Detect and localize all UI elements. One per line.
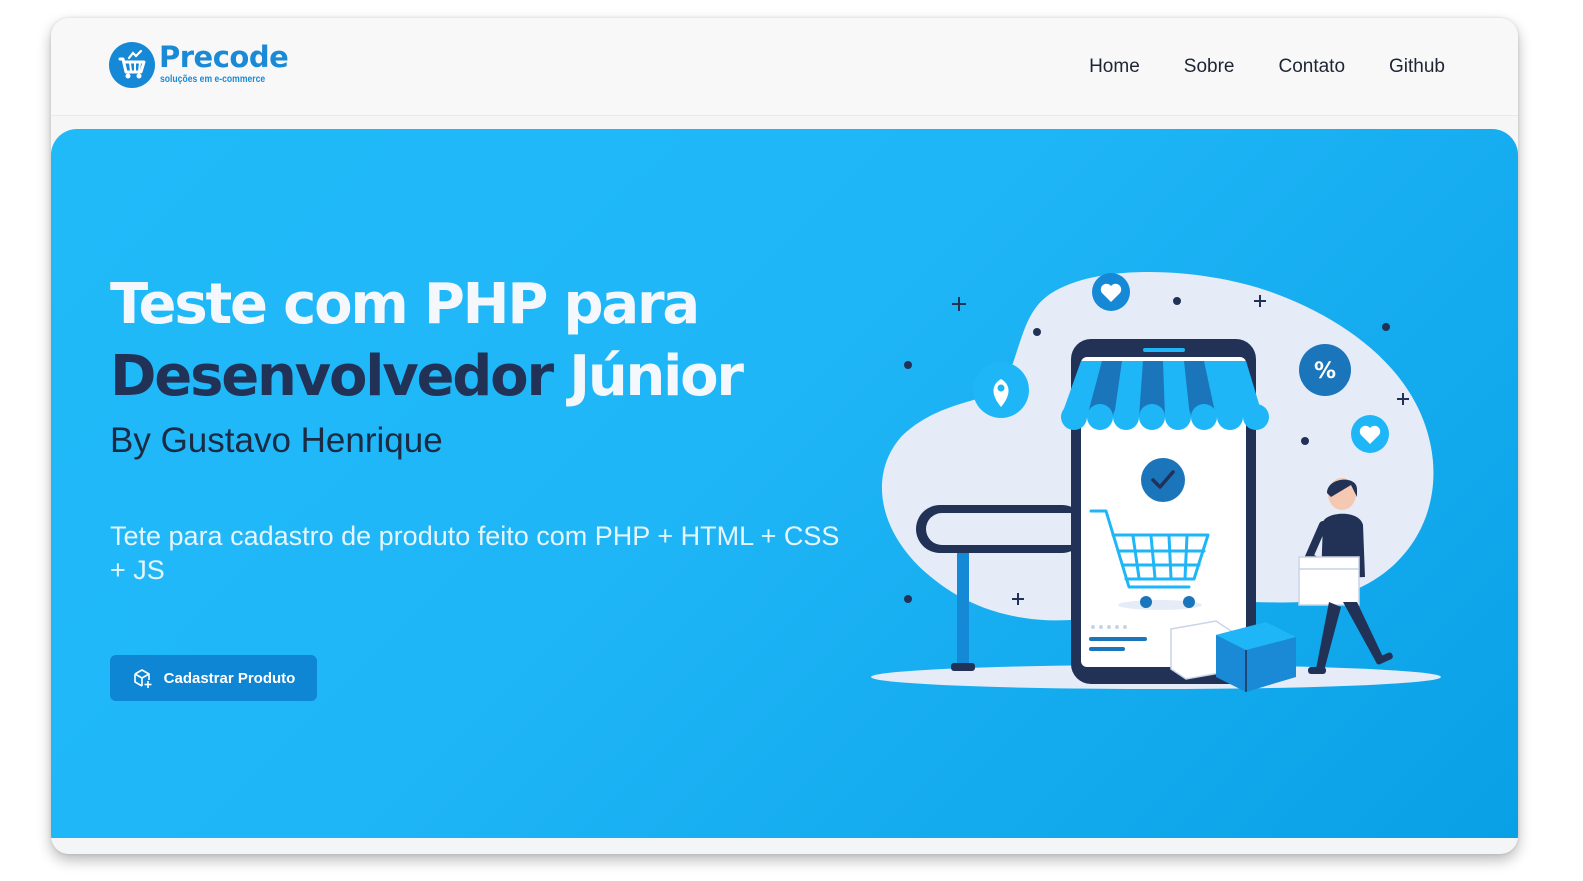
- hero-byline: By Gustavo Henrique: [110, 421, 443, 460]
- hero-section: Teste com PHP para Desenvolvedor Júnior …: [51, 129, 1518, 838]
- footer-strip: [51, 838, 1518, 854]
- svg-text:%: %: [1314, 359, 1336, 384]
- nav-link-contato[interactable]: Contato: [1278, 56, 1345, 78]
- navbar: Precode soluções em e-commerce Home Sobr…: [51, 18, 1518, 116]
- package-plus-icon: [132, 667, 154, 689]
- hero-title: Teste com PHP para Desenvolvedor Júnior: [110, 269, 870, 413]
- register-product-button[interactable]: Cadastrar Produto: [110, 655, 317, 701]
- hero-description: Tete para cadastro de produto feito com …: [110, 521, 840, 585]
- main-nav: Home Sobre Contato Github: [1089, 56, 1445, 78]
- brand-tagline: soluções em e-commerce: [160, 74, 266, 85]
- online-shop-illustration: %: [871, 257, 1461, 707]
- shopping-basket-icon: [109, 42, 155, 88]
- nav-link-home[interactable]: Home: [1089, 56, 1140, 78]
- browser-page: Precode soluções em e-commerce Home Sobr…: [51, 18, 1518, 854]
- hero-title-line2-end: Júnior: [569, 344, 744, 409]
- register-product-label: Cadastrar Produto: [163, 669, 296, 687]
- nav-link-sobre[interactable]: Sobre: [1184, 56, 1235, 78]
- hero-text: Teste com PHP para Desenvolvedor Júnior …: [110, 269, 870, 587]
- brand-logo[interactable]: Precode soluções em e-commerce: [109, 40, 309, 90]
- hero-title-highlight: Desenvolvedor: [110, 344, 554, 409]
- hero-title-line1: Teste com PHP para: [110, 272, 700, 337]
- nav-link-github[interactable]: Github: [1389, 56, 1445, 78]
- brand-name: Precode: [159, 40, 289, 74]
